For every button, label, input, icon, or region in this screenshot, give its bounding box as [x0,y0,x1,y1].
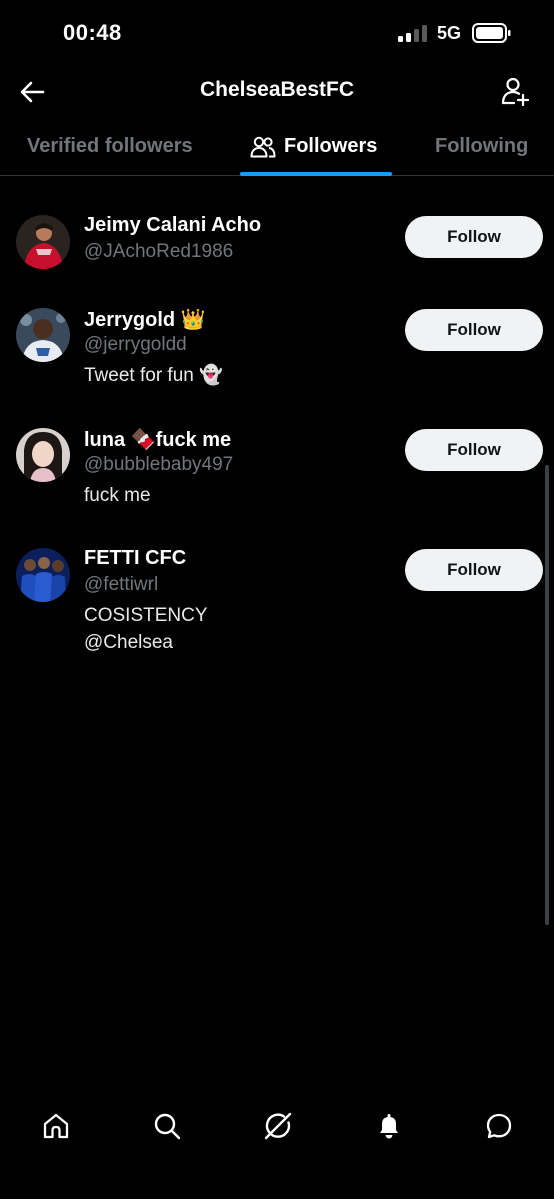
network-type: 5G [437,23,462,43]
avatar[interactable] [16,428,70,482]
home-icon [43,1113,69,1139]
user-name: Jerrygold 👑 [84,309,206,331]
page-title: ChelseaBestFC [199,78,355,101]
battery-icon [472,23,511,43]
avatar[interactable] [16,548,70,602]
scrollbar[interactable] [545,465,549,925]
bottom-navigation [0,1090,554,1160]
avatar[interactable] [16,308,70,362]
user-bio: Tweet for fun 👻 [84,365,223,386]
notifications-icon [380,1114,398,1139]
list-item[interactable]: luna 🍫fuck me @bubblebaby497 fuck me Fol… [0,420,554,520]
user-name: Jeimy Calani Acho [84,214,262,236]
follow-button[interactable]: Follow [405,549,543,591]
follower-tabs: Verified followers Followers Following [0,118,554,176]
person-plus-icon [501,77,530,106]
user-handle: @fettiwrl [84,574,159,595]
avatar[interactable] [16,215,70,269]
grok-icon [264,1112,292,1140]
follow-button[interactable]: Follow [405,216,543,258]
user-bio: COSISTENCY [84,605,208,626]
user-handle: @bubblebaby497 [84,454,234,475]
active-tab-indicator [240,172,392,176]
messages-icon [486,1113,512,1139]
follow-button[interactable]: Follow [405,429,543,471]
list-item[interactable]: FETTI CFC @fettiwrl COSISTENCY @Chelsea … [0,540,554,670]
tab-following[interactable]: Following [435,135,528,158]
tab-verified-followers[interactable]: Verified followers [27,135,193,158]
user-handle: @JAchoRed1986 [84,241,234,262]
nav-grok[interactable] [256,1104,300,1148]
user-name: FETTI CFC [84,547,187,569]
user-bio: fuck me [84,485,151,506]
tab-followers-label: Followers [284,135,378,157]
nav-home[interactable] [34,1104,78,1148]
follow-button[interactable]: Follow [405,309,543,351]
status-bar: 00:48 5G [0,0,554,66]
search-icon [154,1113,181,1140]
nav-notifications[interactable] [367,1104,411,1148]
user-handle: @jerrygoldd [84,334,187,355]
nav-messages[interactable] [477,1104,521,1148]
list-item[interactable]: Jeimy Calani Acho @JAchoRed1986 Follow [0,207,554,287]
user-bio-mention[interactable]: @Chelsea [84,629,173,656]
add-user-button[interactable] [496,72,534,110]
status-time: 00:48 [63,20,122,45]
nav-search[interactable] [145,1104,189,1148]
list-item[interactable]: Jerrygold 👑 @jerrygoldd Tweet for fun 👻 … [0,300,554,400]
top-header: ChelseaBestFC [0,66,554,118]
user-name: luna 🍫fuck me [84,429,232,451]
signal-strength-icon [398,24,428,42]
tab-followers[interactable]: Followers [250,135,377,158]
people-icon [250,136,276,157]
